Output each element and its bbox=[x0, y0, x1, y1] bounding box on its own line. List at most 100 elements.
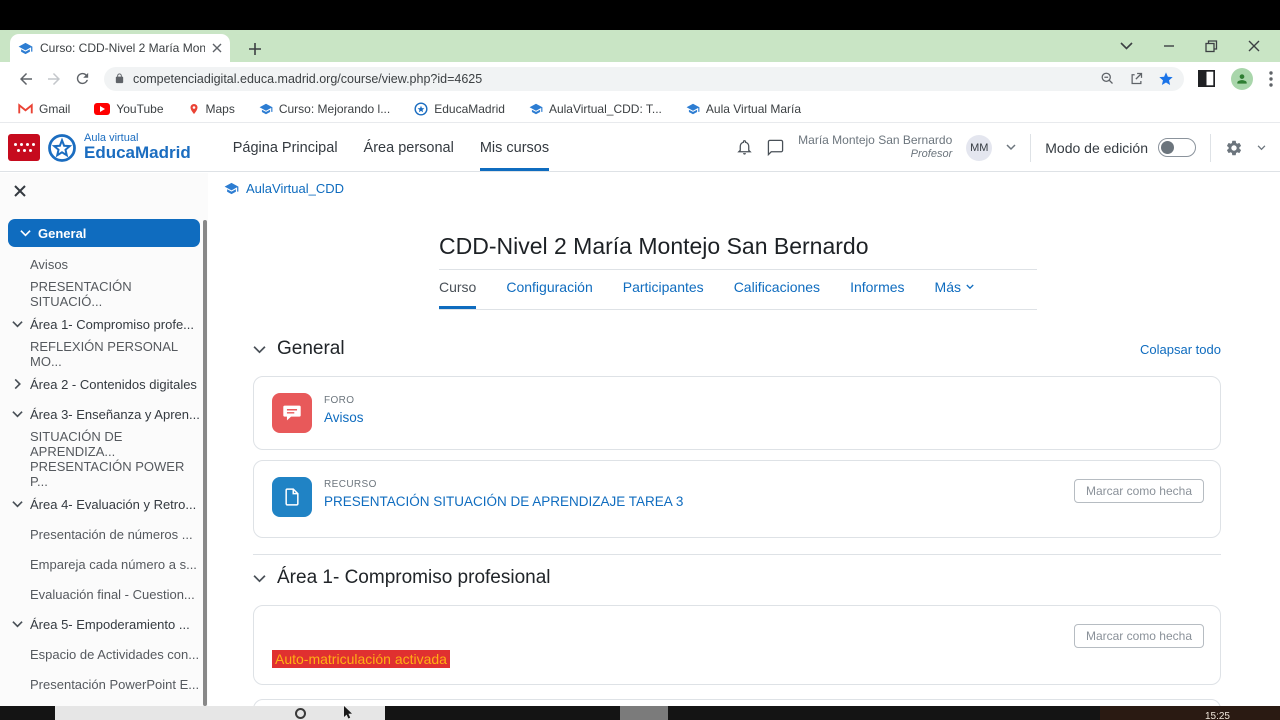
sidebar-item-avisos[interactable]: Avisos bbox=[0, 249, 200, 279]
forum-icon[interactable] bbox=[272, 393, 312, 433]
graduation-cap-icon bbox=[529, 102, 543, 116]
bookmark-label: Maps bbox=[205, 101, 235, 116]
browser-tab[interactable]: Curso: CDD-Nivel 2 María Monte bbox=[10, 34, 230, 62]
window-restore-icon[interactable] bbox=[1205, 39, 1218, 53]
settings-chevron-icon[interactable] bbox=[1257, 144, 1266, 151]
madrid-flag-icon bbox=[8, 134, 40, 161]
sidebar-section-area1[interactable]: Área 1- Compromiso profe... bbox=[0, 309, 200, 339]
graduation-cap-icon bbox=[259, 102, 273, 116]
sidebar-item-label: Presentación de números ... bbox=[30, 526, 193, 542]
activity-link-presentacion[interactable]: PRESENTACIÓN SITUACIÓN DE APRENDIZAJE TA… bbox=[324, 494, 683, 509]
bookmark-youtube[interactable]: YouTube bbox=[94, 102, 164, 116]
sidebar-item-situacion-aprendizaje[interactable]: SITUACIÓN DE APRENDIZA... bbox=[0, 429, 200, 459]
section-area1-header[interactable]: Área 1- Compromiso profesional bbox=[253, 567, 551, 589]
window-close-icon[interactable] bbox=[1248, 40, 1260, 52]
bookmark-label: Gmail bbox=[39, 101, 71, 116]
back-icon[interactable] bbox=[12, 65, 40, 93]
favicon-graduation-cap-icon bbox=[18, 41, 33, 56]
bookmark-maps[interactable]: Maps bbox=[188, 102, 235, 116]
sidebar-item-label: Empareja cada número a s... bbox=[30, 556, 197, 572]
bookmark-label: AulaVirtual_CDD: T... bbox=[548, 101, 662, 116]
tab-informes[interactable]: Informes bbox=[850, 279, 904, 309]
tab-calificaciones[interactable]: Calificaciones bbox=[734, 279, 820, 309]
new-tab-button[interactable] bbox=[248, 42, 262, 56]
bookmark-star-icon[interactable] bbox=[1158, 71, 1174, 87]
drawer-close-icon[interactable] bbox=[14, 185, 26, 197]
sidebar-section-general[interactable]: General bbox=[8, 219, 200, 247]
notifications-bell-icon[interactable] bbox=[736, 139, 753, 156]
letterbox-top bbox=[0, 0, 1280, 30]
sidebar-item-reflexion-personal[interactable]: REFLEXIÓN PERSONAL MO... bbox=[0, 339, 200, 369]
breadcrumb-label: AulaVirtual_CDD bbox=[246, 181, 345, 196]
forward-icon[interactable] bbox=[40, 65, 68, 93]
drawer-scrollbar[interactable] bbox=[203, 220, 207, 706]
video-progress-segment bbox=[55, 706, 385, 720]
sidebar-item-presentacion-power[interactable]: PRESENTACIÓN POWER P... bbox=[0, 459, 200, 489]
sidebar-item-evaluacion-final[interactable]: Evaluación final - Cuestion... bbox=[0, 579, 200, 609]
tab-mas[interactable]: Más bbox=[935, 279, 974, 309]
sidebar-item-label: REFLEXIÓN PERSONAL MO... bbox=[30, 339, 178, 369]
sidebar-item-presentacion-situacion[interactable]: PRESENTACIÓN SITUACIÓ... bbox=[0, 279, 200, 309]
sidebar-item-label: Área 2 - Contenidos digitales bbox=[30, 376, 197, 392]
bookmark-educamadrid[interactable]: EducaMadrid bbox=[414, 102, 505, 116]
zoom-out-icon[interactable] bbox=[1100, 71, 1115, 86]
bookmark-aula-virtual-maria[interactable]: Aula Virtual María bbox=[686, 102, 801, 116]
youtube-icon bbox=[94, 102, 111, 115]
sidebar-item-presentacion-powerpoint[interactable]: Presentación PowerPoint E... bbox=[0, 669, 200, 699]
gmail-icon bbox=[18, 102, 33, 115]
user-menu-chevron-icon[interactable] bbox=[1006, 144, 1016, 151]
video-progress-bar[interactable]: 15:25 bbox=[0, 706, 1280, 720]
video-scrub-handle[interactable] bbox=[620, 706, 668, 720]
sidebar-item-presentacion-numeros[interactable]: Presentación de números ... bbox=[0, 519, 200, 549]
collapse-all-link[interactable]: Colapsar todo bbox=[1140, 342, 1221, 357]
sidebar-section-area5[interactable]: Área 5- Empoderamiento ... bbox=[0, 609, 200, 639]
refresh-icon[interactable] bbox=[68, 65, 96, 93]
edit-mode-toggle[interactable] bbox=[1158, 138, 1196, 157]
sidebar-section-area4[interactable]: Área 4- Evaluación y Retro... bbox=[0, 489, 200, 519]
graduation-cap-icon bbox=[224, 181, 239, 196]
highlighted-label: Auto-matriculación activada bbox=[272, 650, 450, 668]
document-icon[interactable] bbox=[272, 477, 312, 517]
browser-menu-icon[interactable] bbox=[1269, 70, 1273, 87]
window-minimize-icon[interactable] bbox=[1163, 40, 1175, 52]
mark-done-button[interactable]: Marcar como hecha bbox=[1073, 479, 1204, 503]
user-role: Profesor bbox=[910, 148, 953, 161]
share-icon[interactable] bbox=[1129, 71, 1144, 86]
messages-chat-icon[interactable] bbox=[767, 139, 784, 156]
nav-mis-cursos[interactable]: Mis cursos bbox=[479, 124, 550, 171]
section-general-header[interactable]: General bbox=[253, 338, 345, 360]
bookmark-curso-mejorando[interactable]: Curso: Mejorando l... bbox=[259, 102, 390, 116]
bookmark-label: EducaMadrid bbox=[434, 101, 505, 116]
bookmark-aulavirtual-cdd[interactable]: AulaVirtual_CDD: T... bbox=[529, 102, 662, 116]
browser-profile-icon[interactable] bbox=[1231, 67, 1253, 90]
graduation-cap-icon bbox=[686, 102, 700, 116]
browser-toolbar: competenciadigital.educa.madrid.org/cour… bbox=[0, 62, 1280, 95]
settings-gear-icon[interactable] bbox=[1225, 139, 1243, 157]
tab-close-icon[interactable] bbox=[212, 43, 222, 53]
bookmark-gmail[interactable]: Gmail bbox=[18, 102, 70, 116]
sidebar-item-empareja-numero[interactable]: Empareja cada número a s... bbox=[0, 549, 200, 579]
tab-curso[interactable]: Curso bbox=[439, 279, 477, 309]
educamadrid-logo[interactable]: Aula virtual EducaMadrid bbox=[0, 132, 191, 163]
sidebar-item-espacio-actividades[interactable]: Espacio de Actividades con... bbox=[0, 639, 200, 669]
sidebar-item-label: Evaluación final - Cuestion... bbox=[30, 586, 195, 602]
window-chevron-icon[interactable] bbox=[1120, 42, 1133, 50]
tab-participantes[interactable]: Participantes bbox=[623, 279, 704, 309]
sidebar-section-area2[interactable]: Área 2 - Contenidos digitales bbox=[0, 369, 200, 399]
nav-area-personal[interactable]: Área personal bbox=[364, 124, 454, 171]
mark-done-button[interactable]: Marcar como hecha bbox=[1073, 624, 1204, 648]
page-title: CDD-Nivel 2 María Montejo San Bernardo bbox=[439, 233, 1037, 270]
mouse-cursor-icon bbox=[343, 706, 353, 719]
nav-pagina-principal[interactable]: Página Principal bbox=[233, 124, 338, 171]
activity-card-automatricula: Marcar como hecha Auto-matriculación act… bbox=[253, 605, 1221, 685]
sidebar-item-label: Presentación PowerPoint E... bbox=[30, 676, 200, 692]
activity-card-partial bbox=[253, 699, 1221, 706]
address-bar[interactable]: competenciadigital.educa.madrid.org/cour… bbox=[104, 66, 1184, 91]
sidebar-section-area3[interactable]: Área 3- Enseñanza y Apren... bbox=[0, 399, 200, 429]
side-panel-icon[interactable] bbox=[1198, 70, 1215, 87]
user-avatar[interactable]: MM bbox=[966, 134, 993, 161]
player-circle-icon bbox=[295, 708, 306, 719]
tab-configuracion[interactable]: Configuración bbox=[506, 279, 592, 309]
breadcrumb[interactable]: AulaVirtual_CDD bbox=[224, 181, 344, 196]
activity-link-avisos[interactable]: Avisos bbox=[324, 410, 364, 425]
